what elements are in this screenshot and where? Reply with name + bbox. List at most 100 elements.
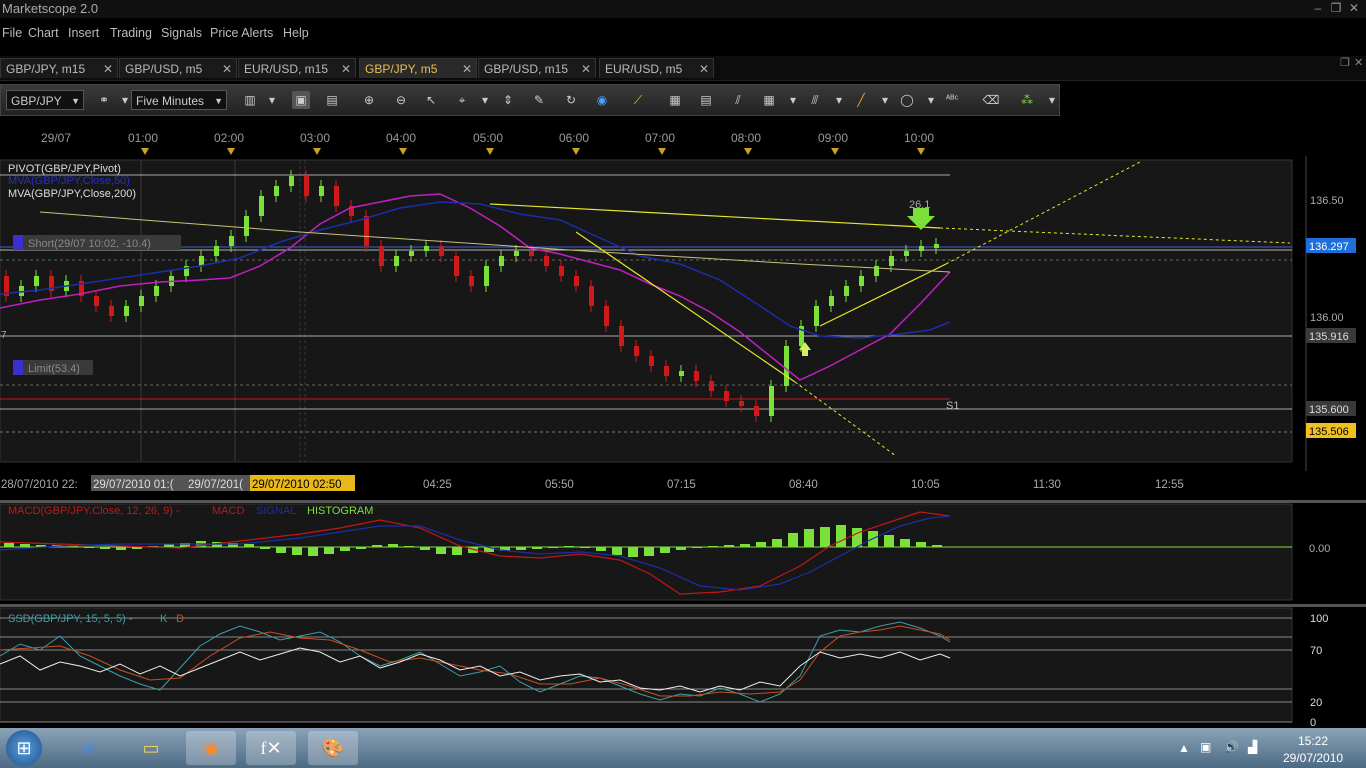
close-icon[interactable]: ✕	[699, 59, 709, 79]
session-marker[interactable]	[141, 148, 149, 155]
globe-icon[interactable]: ◉	[593, 91, 611, 109]
cursor-icon[interactable]: ↖	[422, 91, 440, 109]
pane-splitter[interactable]	[0, 604, 1366, 607]
firefox-icon[interactable]: ◉	[186, 731, 236, 765]
session-marker[interactable]	[572, 148, 580, 155]
crosshair-icon[interactable]: ⌖	[453, 91, 471, 109]
minimize-button[interactable]: –	[1310, 1, 1326, 15]
paint-icon[interactable]: 🎨	[308, 731, 358, 765]
tab-gbpjpy-m5[interactable]: GBP/JPY, m5 ✕	[359, 58, 477, 78]
ellipse-icon[interactable]: ◯	[898, 91, 916, 109]
macd-series-label: MACD	[212, 505, 244, 517]
session-marker[interactable]	[313, 148, 321, 155]
tab-gbpjpy-m15[interactable]: GBP/JPY, m15 ✕	[0, 58, 118, 78]
close-icon[interactable]: ✕	[581, 59, 591, 79]
ssd-title[interactable]: SSD(GBP/JPY, 15, 5, 5) -	[8, 613, 133, 625]
tab-gbpusd-m5[interactable]: GBP/USD, m5 ✕	[119, 58, 237, 78]
instrument-select[interactable]: GBP/JPY ▼	[6, 90, 84, 110]
ruler-icon[interactable]: ⟋	[629, 91, 647, 109]
session-marker[interactable]	[744, 148, 752, 155]
single-chart-icon[interactable]: ▣	[292, 91, 310, 109]
tab-eurusd-m15[interactable]: EUR/USD, m15 ✕	[238, 58, 356, 78]
candle	[94, 296, 99, 306]
close-icon[interactable]: ✕	[103, 59, 113, 79]
refresh-icon[interactable]: ↻	[562, 91, 580, 109]
zoom-in-icon[interactable]: ⊕	[360, 91, 378, 109]
start-button[interactable]: ⊞	[6, 730, 42, 766]
text-label-icon[interactable]: ᴬᴮᶜ	[943, 91, 961, 109]
restore-pane-icon[interactable]: ❐	[1340, 56, 1350, 69]
histogram-bar	[132, 547, 142, 549]
chevron-down-icon[interactable]: ▾	[476, 91, 494, 109]
chevron-down-icon[interactable]: ▾	[830, 91, 848, 109]
session-marker[interactable]	[917, 148, 925, 155]
trendline-icon[interactable]: ╱	[852, 91, 870, 109]
chevron-down-icon[interactable]: ▾	[784, 91, 802, 109]
menu-signals[interactable]: Signals	[161, 26, 202, 40]
s1-label: S1	[946, 400, 959, 412]
pane-splitter[interactable]	[0, 500, 1366, 503]
pencil-icon[interactable]: ✎	[530, 91, 548, 109]
macd-pane[interactable]: MACD(GBP/JPY.Close, 12, 26, 9) - MACD SI…	[0, 500, 1366, 601]
clock-time[interactable]: 15:22	[1298, 734, 1328, 748]
short-order-label[interactable]: Short(29/07 10:02, -10.4)	[28, 238, 151, 250]
menu-price-alerts[interactable]: Price Alerts	[210, 26, 273, 40]
chart-add-icon[interactable]: ▦	[666, 91, 684, 109]
zoom-out-icon[interactable]: ⊖	[392, 91, 410, 109]
price-tag-label: 135.916	[1309, 331, 1349, 343]
menu-insert[interactable]: Insert	[68, 26, 99, 40]
multi-chart-icon[interactable]: ▤	[323, 91, 341, 109]
macd-title[interactable]: MACD(GBP/JPY.Close, 12, 26, 9) -	[8, 505, 180, 517]
chevron-down-icon[interactable]: ▾	[876, 91, 894, 109]
show-hidden-icons-icon[interactable]: ▲	[1178, 741, 1190, 755]
objects-icon[interactable]: ⁂	[1018, 91, 1036, 109]
grid-icon[interactable]: ▦	[760, 91, 778, 109]
close-pane-icon[interactable]: ✕	[1354, 56, 1363, 69]
price-pane[interactable]: 26.1 S1 7 PIVOT(GBP/JPY,Pivot) MVA(GBP/J…	[0, 156, 1356, 471]
clock-date[interactable]: 29/07/2010	[1283, 751, 1343, 765]
restore-button[interactable]: ❐	[1328, 1, 1344, 15]
ma50-indicator-label[interactable]: MVA(GBP/JPY,Close,50)	[8, 175, 130, 187]
table-icon[interactable]: ▤	[697, 91, 715, 109]
chevron-down-icon[interactable]: ▾	[263, 91, 281, 109]
network-status-icon[interactable]: ▣	[1200, 740, 1211, 754]
scale-icon[interactable]: ⇕	[499, 91, 517, 109]
limit-order-label[interactable]: Limit(53.4)	[28, 363, 80, 375]
session-marker[interactable]	[831, 148, 839, 155]
fxcm-icon[interactable]: f✕	[246, 731, 296, 765]
timeframe-select[interactable]: Five Minutes ▼	[131, 90, 227, 110]
chevron-down-icon[interactable]: ▾	[922, 91, 940, 109]
tab-eurusd-m5[interactable]: EUR/USD, m5 ✕	[599, 58, 714, 78]
signal-strength-icon[interactable]: ▟	[1248, 740, 1257, 754]
tab-gbpusd-m15[interactable]: GBP/USD, m15 ✕	[478, 58, 596, 78]
histogram-series-label: HISTOGRAM	[307, 505, 373, 517]
folder-icon[interactable]: ▭	[126, 731, 176, 765]
eraser-icon[interactable]: ⌫	[982, 91, 1000, 109]
session-marker[interactable]	[227, 148, 235, 155]
ssd-pane[interactable]: SSD(GBP/JPY, 15, 5, 5) - K D 100 70 20 0	[0, 604, 1366, 728]
toolbar-options-icon[interactable]: ▾	[1043, 91, 1061, 109]
histogram-bar	[740, 544, 750, 547]
chart-panes[interactable]: 26.1 S1 7 PIVOT(GBP/JPY,Pivot) MVA(GBP/J…	[0, 156, 1366, 728]
internet-explorer-icon[interactable]: ℯ	[64, 731, 114, 765]
channel-icon[interactable]: ⫻	[806, 91, 824, 109]
close-icon[interactable]: ✕	[222, 59, 232, 79]
menu-help[interactable]: Help	[283, 26, 309, 40]
close-button[interactable]: ✕	[1346, 1, 1362, 15]
close-icon[interactable]: ✕	[462, 59, 472, 79]
session-marker[interactable]	[486, 148, 494, 155]
menu-trading[interactable]: Trading	[110, 26, 152, 40]
close-icon[interactable]: ✕	[341, 59, 351, 79]
pivot-indicator-label[interactable]: PIVOT(GBP/JPY,Pivot)	[8, 163, 121, 175]
session-marker[interactable]	[399, 148, 407, 155]
fib-icon[interactable]: ⫽	[729, 91, 747, 109]
ma200-indicator-label[interactable]: MVA(GBP/JPY,Close,200)	[8, 188, 136, 200]
candle	[514, 251, 519, 256]
menu-file[interactable]: File	[2, 26, 22, 40]
menu-chart[interactable]: Chart	[28, 26, 59, 40]
candles-icon[interactable]: ▥	[241, 91, 259, 109]
volume-icon[interactable]: 🔊	[1224, 740, 1239, 754]
session-marker[interactable]	[658, 148, 666, 155]
link-icon[interactable]: ⚭	[95, 91, 113, 109]
candle	[934, 244, 939, 248]
